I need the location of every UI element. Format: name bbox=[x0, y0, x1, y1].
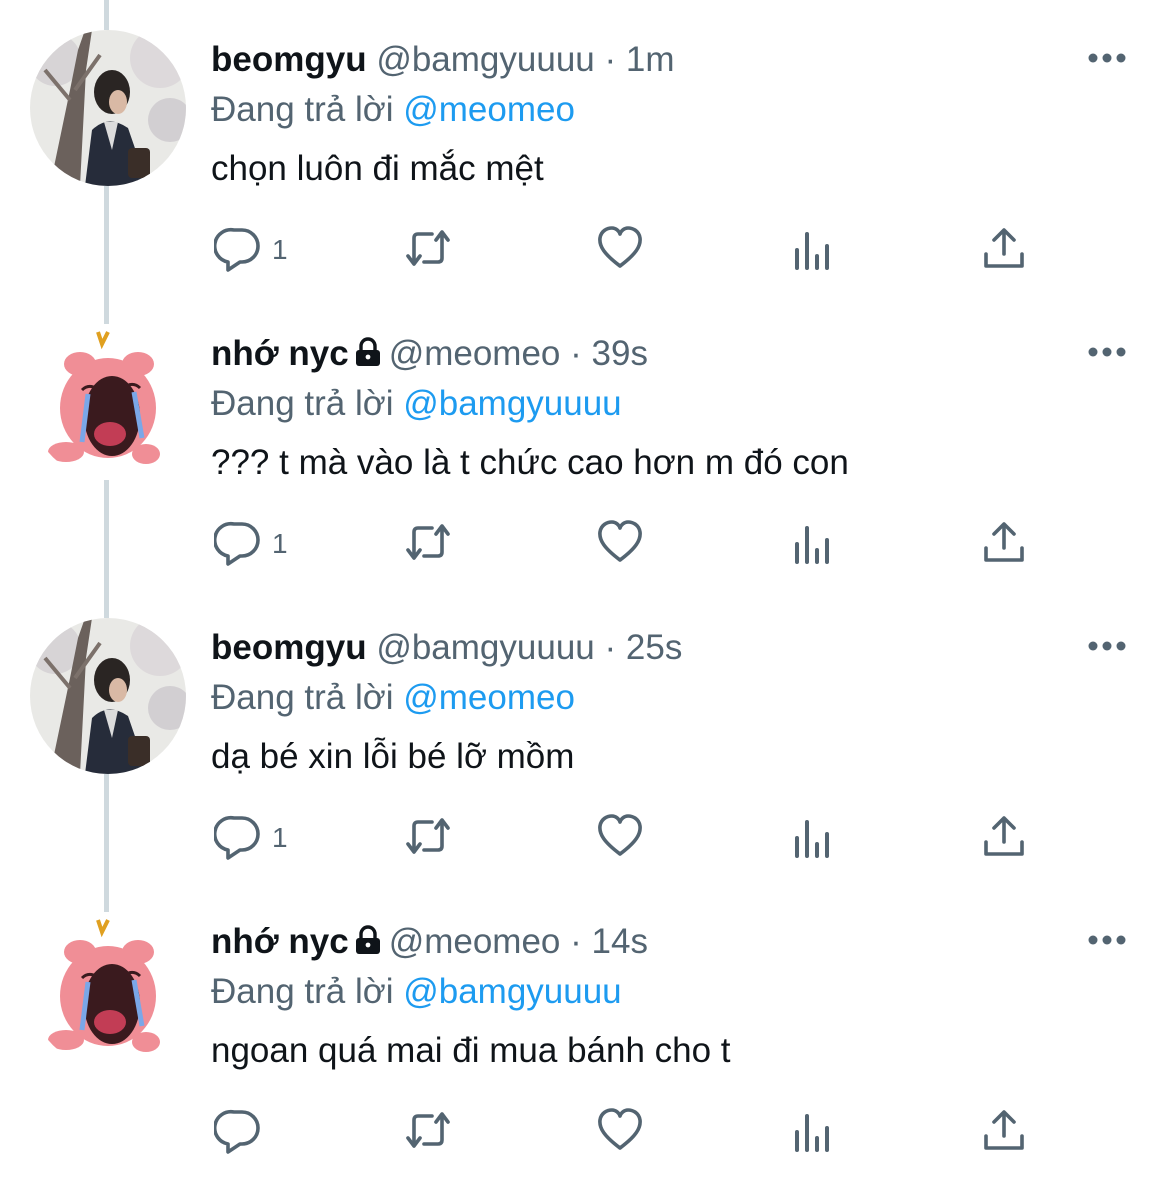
mention-link[interactable]: @meomeo bbox=[403, 678, 575, 717]
username[interactable]: @meomeo bbox=[389, 922, 561, 961]
replying-to-label: Đang trả lời bbox=[211, 972, 394, 1011]
lock-icon bbox=[355, 337, 380, 366]
avatar[interactable] bbox=[30, 30, 186, 186]
mention-link[interactable]: @meomeo bbox=[403, 90, 575, 129]
like-icon[interactable] bbox=[596, 812, 644, 860]
tweet-text: dạ bé xin lỗi bé lỡ mồm bbox=[211, 737, 575, 776]
replying-to-label: Đang trả lời bbox=[211, 384, 394, 423]
username[interactable]: @bamgyuuuu bbox=[376, 628, 594, 667]
tweet[interactable]: beomgyu @bamgyuuuu · 1m Đang trả lời @me… bbox=[0, 0, 1170, 294]
avatar[interactable] bbox=[30, 618, 186, 774]
action-bar: 1 bbox=[0, 200, 1170, 300]
display-name[interactable]: nhớ nyc bbox=[211, 922, 349, 961]
timestamp[interactable]: 25s bbox=[626, 628, 682, 667]
tweet-header: beomgyu @bamgyuuuu · 25s bbox=[211, 626, 682, 670]
more-icon[interactable] bbox=[1087, 930, 1127, 950]
reply-count: 1 bbox=[272, 822, 288, 853]
action-bar bbox=[0, 1082, 1170, 1182]
share-icon[interactable] bbox=[980, 812, 1028, 860]
replying-to-label: Đang trả lời bbox=[211, 90, 394, 129]
tweet-text: chọn luôn đi mắc mệt bbox=[211, 149, 544, 188]
timestamp[interactable]: 14s bbox=[592, 922, 648, 961]
mention-link[interactable]: @bamgyuuuu bbox=[403, 972, 621, 1011]
lock-icon bbox=[355, 925, 380, 954]
views-icon[interactable] bbox=[789, 1106, 837, 1154]
replying-to: Đang trả lời @meomeo bbox=[211, 88, 575, 132]
replying-to: Đang trả lời @bamgyuuuu bbox=[211, 970, 622, 1014]
action-bar: 1 bbox=[0, 788, 1170, 888]
separator-dot: · bbox=[570, 922, 582, 961]
timestamp[interactable]: 1m bbox=[626, 40, 675, 79]
reply-count: 1 bbox=[272, 234, 288, 265]
share-icon[interactable] bbox=[980, 1106, 1028, 1154]
tweet[interactable]: nhớ nyc @meomeo · 39s Đang trả lời @bamgy… bbox=[0, 294, 1170, 588]
views-icon[interactable] bbox=[789, 224, 837, 272]
tweet-text: ??? t mà vào là t chức cao hơn m đó con bbox=[211, 443, 849, 482]
more-icon[interactable] bbox=[1087, 342, 1127, 362]
more-icon[interactable] bbox=[1087, 636, 1127, 656]
tweet-text: ngoan quá mai đi mua bánh cho t bbox=[211, 1031, 731, 1070]
display-name[interactable]: beomgyu bbox=[211, 40, 367, 79]
reply-icon[interactable] bbox=[214, 1106, 262, 1154]
username[interactable]: @bamgyuuuu bbox=[376, 40, 594, 79]
tweet-header: beomgyu @bamgyuuuu · 1m bbox=[211, 38, 675, 82]
display-name[interactable]: nhớ nyc bbox=[211, 334, 349, 373]
reply-icon[interactable] bbox=[214, 812, 262, 860]
like-icon[interactable] bbox=[596, 1106, 644, 1154]
tweet[interactable]: beomgyu @bamgyuuuu · 25s Đang trả lời @m… bbox=[0, 588, 1170, 882]
timestamp[interactable]: 39s bbox=[592, 334, 648, 373]
reply-count: 1 bbox=[272, 528, 288, 559]
share-icon[interactable] bbox=[980, 224, 1028, 272]
separator-dot: · bbox=[604, 40, 617, 79]
replying-to: Đang trả lời @bamgyuuuu bbox=[211, 382, 622, 426]
like-icon[interactable] bbox=[596, 518, 644, 566]
username[interactable]: @meomeo bbox=[389, 334, 561, 373]
retweet-icon[interactable] bbox=[404, 1106, 452, 1154]
tweet-header: nhớ nyc @meomeo · 39s bbox=[211, 332, 648, 376]
retweet-icon[interactable] bbox=[404, 812, 452, 860]
avatar[interactable] bbox=[30, 324, 186, 480]
mention-link[interactable]: @bamgyuuuu bbox=[403, 384, 621, 423]
retweet-icon[interactable] bbox=[404, 518, 452, 566]
retweet-icon[interactable] bbox=[404, 224, 452, 272]
replying-to: Đang trả lời @meomeo bbox=[211, 676, 575, 720]
like-icon[interactable] bbox=[596, 224, 644, 272]
replying-to-label: Đang trả lời bbox=[211, 678, 394, 717]
action-bar: 1 bbox=[0, 494, 1170, 594]
display-name[interactable]: beomgyu bbox=[211, 628, 367, 667]
reply-icon[interactable] bbox=[214, 224, 262, 272]
views-icon[interactable] bbox=[789, 812, 837, 860]
tweet[interactable]: nhớ nyc @meomeo · 14s Đang trả lời @bamgy… bbox=[0, 882, 1170, 1176]
separator-dot: · bbox=[570, 334, 582, 373]
more-icon[interactable] bbox=[1087, 48, 1127, 68]
separator-dot: · bbox=[604, 628, 617, 667]
avatar[interactable] bbox=[30, 912, 186, 1068]
share-icon[interactable] bbox=[980, 518, 1028, 566]
views-icon[interactable] bbox=[789, 518, 837, 566]
tweet-header: nhớ nyc @meomeo · 14s bbox=[211, 920, 648, 964]
reply-icon[interactable] bbox=[214, 518, 262, 566]
